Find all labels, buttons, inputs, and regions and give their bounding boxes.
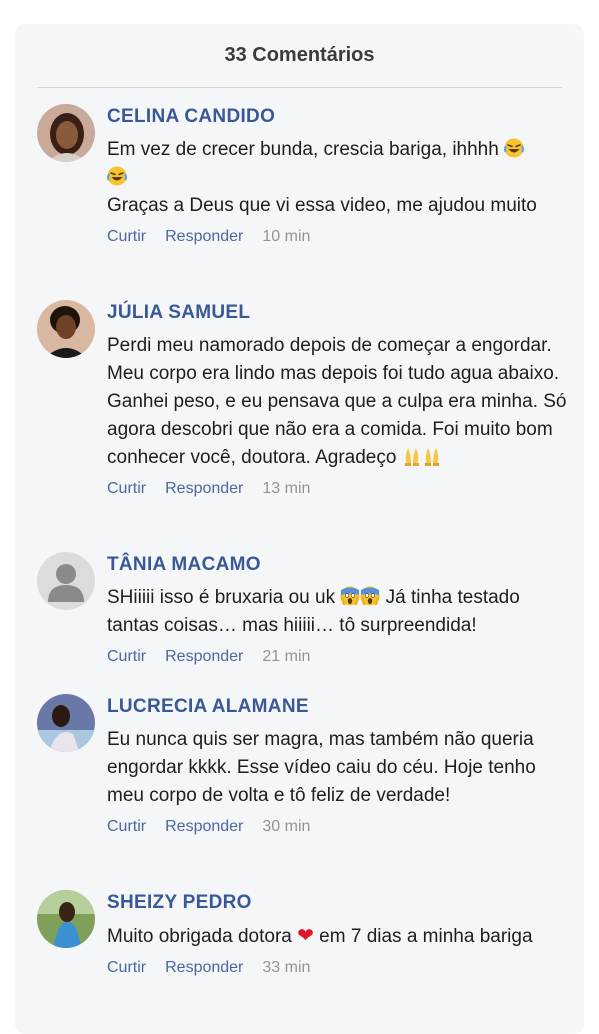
commenter-name[interactable]: CELINA CANDIDO bbox=[107, 106, 568, 128]
red-heart-icon: ❤ bbox=[297, 925, 314, 947]
comment-text-part: Perdi meu namorado depois de começar a e… bbox=[107, 335, 567, 468]
reply-button[interactable]: Responder bbox=[165, 959, 243, 977]
reply-button[interactable]: Responder bbox=[165, 480, 243, 498]
comment-text-part: Eu nunca quis ser magra, mas também não … bbox=[107, 729, 536, 806]
comment-actions: Curtir Responder 33 min bbox=[107, 959, 568, 977]
comment-actions: Curtir Responder 10 min bbox=[107, 228, 568, 246]
reply-button[interactable]: Responder bbox=[165, 228, 243, 246]
screaming-face-icon bbox=[340, 586, 361, 606]
praying-hands-icon bbox=[404, 448, 419, 466]
comments-panel: 33 Comentários CELINA CANDIDO Em vez de … bbox=[15, 24, 584, 1034]
like-button[interactable]: Curtir bbox=[107, 959, 146, 977]
commenter-name[interactable]: JÚLIA SAMUEL bbox=[107, 302, 568, 324]
comment-text-part: SHiiiii isso é bruxaria ou uk bbox=[107, 587, 336, 608]
laughing-face-icon bbox=[504, 138, 525, 158]
comment-actions: Curtir Responder 13 min bbox=[107, 480, 568, 498]
avatar[interactable] bbox=[37, 552, 95, 610]
comment-timestamp: 21 min bbox=[262, 648, 311, 665]
comment-text: SHiiiii isso é bruxaria ou uk Já tinha t… bbox=[107, 584, 568, 640]
like-button[interactable]: Curtir bbox=[107, 818, 146, 836]
comment-text: Perdi meu namorado depois de começar a e… bbox=[107, 332, 568, 472]
comment-actions: Curtir Responder 21 min bbox=[107, 648, 568, 666]
commenter-name[interactable]: TÂNIA MACAMO bbox=[107, 554, 568, 576]
like-button[interactable]: Curtir bbox=[107, 480, 146, 498]
praying-hands-icon bbox=[424, 448, 439, 466]
commenter-name[interactable]: SHEIZY PEDRO bbox=[107, 892, 568, 914]
comment-text-part: Em vez de crecer bunda, crescia bariga, … bbox=[107, 139, 499, 160]
comments-count-title: 33 Comentários bbox=[224, 44, 375, 66]
commenter-name[interactable]: LUCRECIA ALAMANE bbox=[107, 696, 568, 718]
comments-header: 33 Comentários bbox=[37, 24, 562, 88]
comment-text: Muito obrigada dotora ❤ em 7 dias a minh… bbox=[107, 922, 568, 951]
like-button[interactable]: Curtir bbox=[107, 648, 146, 666]
screaming-face-icon bbox=[360, 586, 381, 606]
avatar[interactable] bbox=[37, 694, 95, 752]
comment-text: Eu nunca quis ser magra, mas também não … bbox=[107, 726, 568, 810]
comment-timestamp: 30 min bbox=[262, 818, 311, 835]
reply-button[interactable]: Responder bbox=[165, 818, 243, 836]
reply-button[interactable]: Responder bbox=[165, 648, 243, 666]
avatar[interactable] bbox=[37, 890, 95, 948]
comment-timestamp: 13 min bbox=[262, 480, 311, 497]
laughing-face-icon bbox=[107, 166, 127, 186]
comment-text-part: Muito obrigada dotora bbox=[107, 926, 292, 947]
comment-text: Em vez de crecer bunda, crescia bariga, … bbox=[107, 136, 568, 220]
comment-text-part: em 7 dias a minha bariga bbox=[319, 926, 533, 947]
comment-timestamp: 33 min bbox=[262, 959, 311, 976]
avatar[interactable] bbox=[37, 300, 95, 358]
avatar[interactable] bbox=[37, 104, 95, 162]
like-button[interactable]: Curtir bbox=[107, 228, 146, 246]
comment-actions: Curtir Responder 30 min bbox=[107, 818, 568, 836]
comment-timestamp: 10 min bbox=[262, 228, 311, 245]
comment-text-part: Graças a Deus que vi essa video, me ajud… bbox=[107, 195, 537, 216]
